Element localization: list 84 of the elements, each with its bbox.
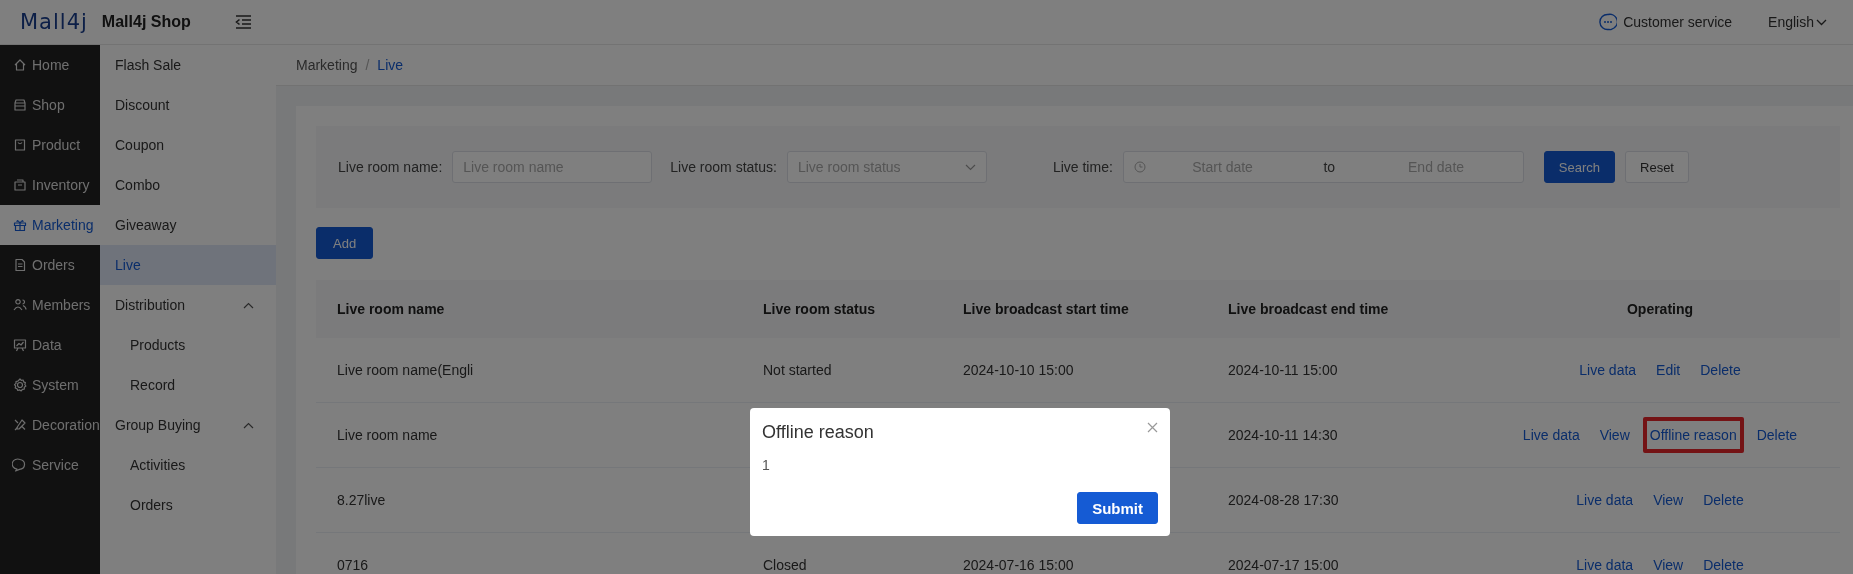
submenu-item[interactable]: Distribution — [100, 285, 276, 325]
breadcrumb-item[interactable]: Live — [377, 57, 404, 73]
action-link[interactable]: Live data — [1579, 362, 1637, 378]
action-link[interactable]: Edit — [1656, 362, 1681, 378]
sidebar-item[interactable]: Members — [0, 285, 100, 325]
sidebar-item[interactable]: Home — [0, 45, 100, 85]
table-cell: Not started — [763, 362, 832, 378]
dialog-text: 1 — [762, 457, 771, 473]
sidebar-item[interactable]: Inventory — [0, 165, 100, 205]
submenu-item[interactable]: Combo — [100, 165, 276, 205]
table-cell: Closed — [763, 557, 807, 573]
table-cell: Live room name(Engli — [337, 362, 474, 378]
dialog-title: Offline reason — [762, 422, 874, 443]
chat-bubble-icon[interactable] — [1599, 13, 1618, 31]
action-link[interactable]: Live data — [1576, 557, 1634, 573]
table-cell: 2024-07-16 15:00 — [963, 557, 1074, 573]
shop-name: Mall4j Shop — [101, 13, 191, 31]
action-link[interactable]: Delete — [1703, 492, 1744, 508]
action-link[interactable]: View — [1653, 557, 1684, 573]
column-header: Live broadcast start time — [963, 301, 1130, 317]
column-header: Live room name — [336, 301, 446, 317]
field-label: Live time: — [1052, 159, 1113, 175]
table-cell: 2024-07-17 15:00 — [1228, 557, 1339, 573]
gear-icon — [12, 377, 28, 393]
sidebar-item[interactable]: System — [0, 365, 100, 405]
table-cell: 8.27live — [337, 492, 386, 508]
sidebar-item[interactable]: Product — [0, 125, 100, 165]
table-cell: 2024-10-11 14:30 — [1228, 427, 1338, 443]
submenu-item[interactable]: Group Buying — [100, 405, 276, 445]
home-icon — [12, 57, 28, 73]
document-icon — [12, 257, 28, 273]
submenu-item[interactable]: Live — [100, 245, 276, 285]
breadcrumb-separator: / — [365, 57, 370, 73]
chevron-down-icon — [1816, 18, 1827, 26]
menu-icon[interactable] — [234, 15, 252, 29]
search-button[interactable]: Search — [1543, 151, 1615, 183]
table-cell: 0716 — [337, 557, 369, 573]
column-header: Live broadcast end time — [1228, 301, 1390, 317]
sidebar-item[interactable]: Data — [0, 325, 100, 365]
action-link[interactable]: Offline reason — [1649, 427, 1737, 443]
field-label: Live room name: — [338, 159, 443, 175]
field-label: Live room status: — [670, 159, 777, 175]
chart-board-icon — [12, 337, 28, 353]
action-link[interactable]: Delete — [1756, 427, 1798, 443]
column-header: Operating — [1625, 301, 1695, 317]
action-link[interactable]: Live data — [1522, 427, 1580, 443]
action-link[interactable]: Delete — [1700, 362, 1741, 378]
clock-icon — [1133, 161, 1146, 173]
submenu-item[interactable]: Record — [100, 365, 276, 405]
breadcrumb-item[interactable]: Marketing — [296, 57, 358, 73]
language-dropdown[interactable]: English — [1768, 14, 1827, 30]
gift-icon — [12, 217, 28, 233]
submenu-item[interactable]: Flash Sale — [100, 45, 276, 85]
sidebar-item[interactable]: Shop — [0, 85, 100, 125]
sidebar-item[interactable]: Orders — [0, 245, 100, 285]
chat-bubble-icon — [12, 457, 28, 473]
column-header: Live room status — [763, 301, 877, 317]
table-cell: 2024-10-11 15:00 — [1228, 362, 1338, 378]
action-link[interactable]: View — [1653, 492, 1684, 508]
logo: Mall4j — [20, 10, 88, 34]
customer-service-link[interactable]: Customer service — [1623, 14, 1733, 30]
action-link[interactable]: View — [1599, 427, 1630, 443]
submenu-item[interactable]: Orders — [100, 485, 276, 525]
table-cell: 2024-10-10 15:00 — [963, 362, 1074, 378]
table-cell: Live room name — [337, 427, 438, 443]
sidebar-item[interactable]: Service — [0, 445, 100, 485]
box-icon — [12, 177, 28, 193]
bag-icon — [12, 137, 28, 153]
submit-button[interactable]: Submit — [1077, 492, 1158, 524]
people-icon — [12, 297, 28, 313]
action-link[interactable]: Delete — [1703, 557, 1744, 573]
table-cell: 2024-08-28 17:30 — [1228, 492, 1339, 508]
submenu-item[interactable]: Giveaway — [100, 205, 276, 245]
submenu-item[interactable]: Activities — [100, 445, 276, 485]
submenu-item[interactable]: Coupon — [100, 125, 276, 165]
submenu-item[interactable]: Discount — [100, 85, 276, 125]
sidebar-item[interactable]: Decoration — [0, 405, 100, 445]
chevron-down-icon — [964, 163, 976, 171]
action-link[interactable]: Live data — [1576, 492, 1634, 508]
submenu-item[interactable]: Products — [100, 325, 276, 365]
add-button[interactable]: Add — [316, 227, 374, 259]
reset-button[interactable]: Reset — [1625, 151, 1689, 183]
close-icon[interactable] — [1147, 422, 1158, 433]
sidebar-item[interactable]: Marketing — [0, 205, 100, 245]
